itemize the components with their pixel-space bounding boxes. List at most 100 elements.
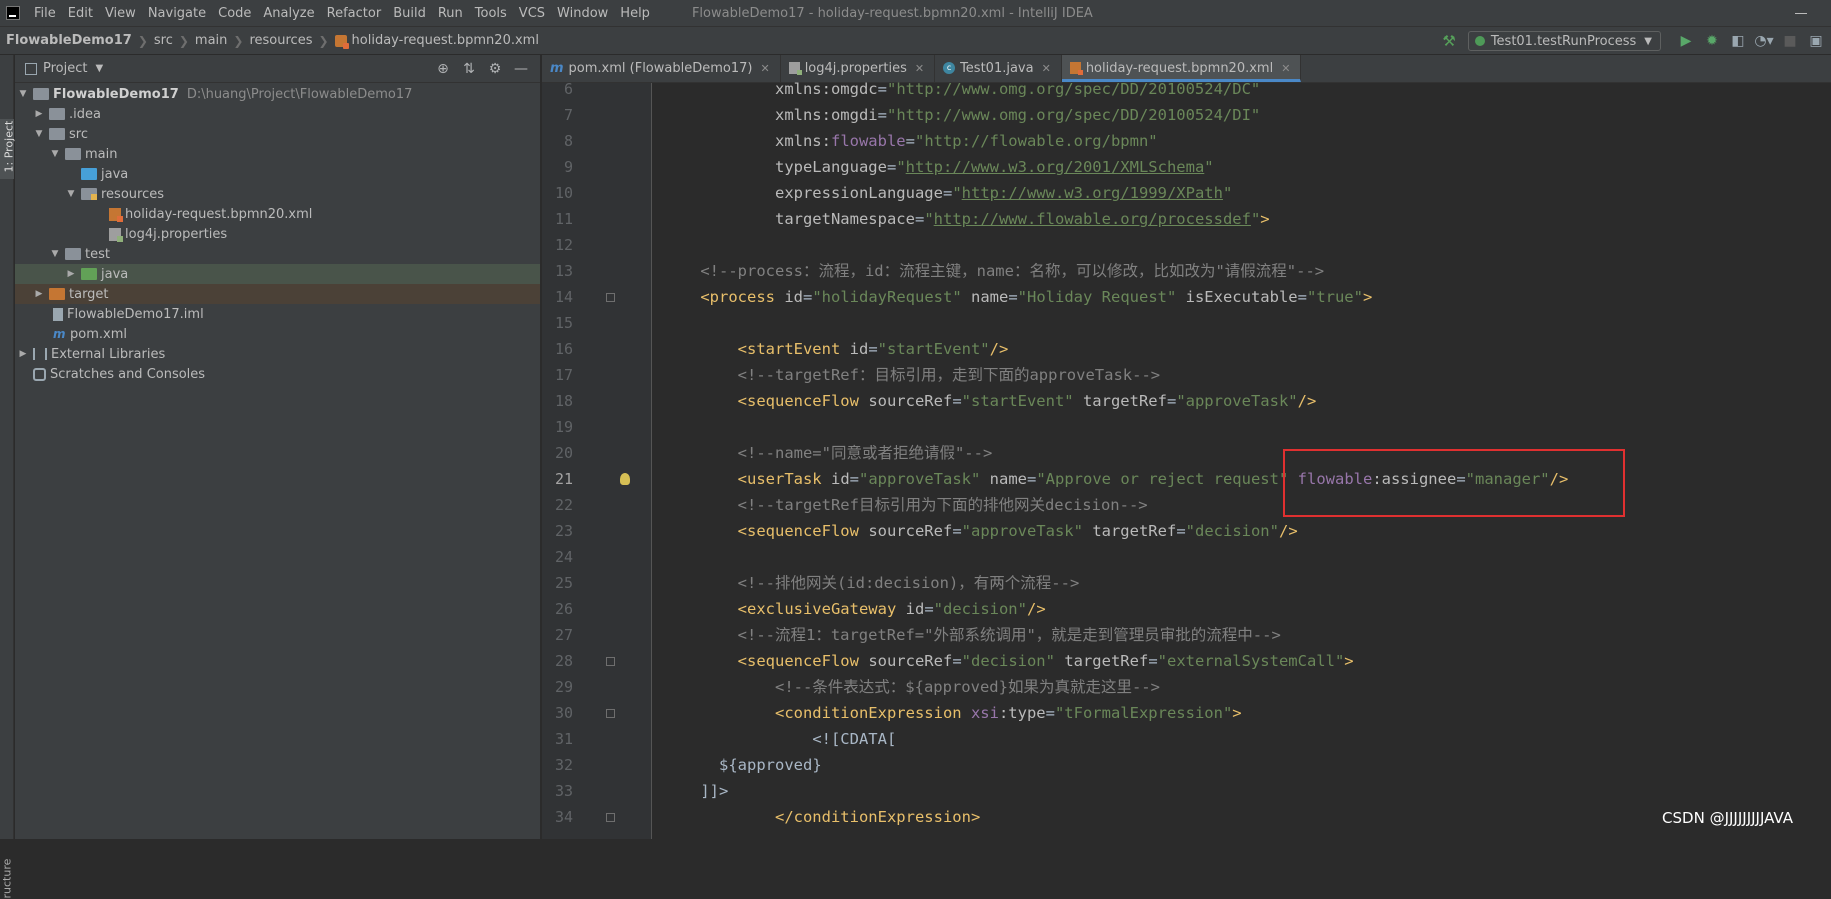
code-line[interactable]: <sequenceFlow sourceRef="approveTask" ta… <box>653 518 1831 544</box>
project-panel-title[interactable]: Project <box>43 61 87 76</box>
expanded-arrow-icon[interactable]: ▼ <box>17 89 29 99</box>
menu-analyze[interactable]: Analyze <box>257 6 320 21</box>
tree-item-main-java[interactable]: java <box>15 164 540 184</box>
code-line[interactable] <box>653 544 1831 570</box>
tree-item-src[interactable]: ▼ src <box>15 124 540 144</box>
close-icon[interactable]: ✕ <box>1281 62 1290 75</box>
code-line[interactable]: <process id="holidayRequest" name="Holid… <box>653 284 1831 310</box>
expanded-arrow-icon[interactable]: ▼ <box>65 189 77 199</box>
code-line[interactable]: <sequenceFlow sourceRef="startEvent" tar… <box>653 388 1831 414</box>
breadcrumb-src[interactable]: src <box>154 33 173 48</box>
fold-marker-icon[interactable] <box>606 709 615 718</box>
line-number-gutter[interactable]: 6789101112131415161718192021222324252627… <box>542 83 652 839</box>
code-line[interactable]: <sequenceFlow sourceRef="decision" targe… <box>653 648 1831 674</box>
collapsed-arrow-icon[interactable]: ▶ <box>33 109 45 119</box>
code-line[interactable]: <![CDATA[ <box>653 726 1831 752</box>
code-line[interactable]: <!--条件表达式：${approved}如果为真就走这里--> <box>653 674 1831 700</box>
code-line[interactable]: ${approved} <box>653 752 1831 778</box>
tree-item-idea[interactable]: ▶ .idea <box>15 104 540 124</box>
tree-item-target[interactable]: ▶ target <box>15 284 540 304</box>
code-line[interactable]: typeLanguage="http://www.w3.org/2001/XML… <box>653 154 1831 180</box>
breadcrumb-file[interactable]: holiday-request.bpmn20.xml <box>335 33 539 48</box>
code-line[interactable]: <conditionExpression xsi:type="tFormalEx… <box>653 700 1831 726</box>
intention-bulb-icon[interactable] <box>620 473 630 485</box>
menu-tools[interactable]: Tools <box>469 6 513 21</box>
tree-item-main[interactable]: ▼ main <box>15 144 540 164</box>
tree-item-test-java[interactable]: ▶ java <box>15 264 540 284</box>
code-line[interactable] <box>653 414 1831 440</box>
menu-window[interactable]: Window <box>551 6 614 21</box>
stop-icon[interactable]: ■ <box>1779 33 1801 49</box>
tree-item-external-libraries[interactable]: ▶ External Libraries <box>15 344 540 364</box>
menu-run[interactable]: Run <box>432 6 469 21</box>
menu-help[interactable]: Help <box>614 6 656 21</box>
collapse-all-icon[interactable]: ⇅ <box>456 61 482 77</box>
code-line[interactable]: </conditionExpression> <box>653 804 1831 830</box>
code-line[interactable]: <!--targetRef目标引用为下面的排他网关decision--> <box>653 492 1831 518</box>
menu-vcs[interactable]: VCS <box>513 6 551 21</box>
tree-item-pom[interactable]: m pom.xml <box>15 324 540 344</box>
chevron-down-icon[interactable]: ▼ <box>95 63 103 74</box>
code-line[interactable]: xmlns:omgdi="http://www.omg.org/spec/DD/… <box>653 102 1831 128</box>
code-area[interactable]: xmlns:omgdc="http://www.omg.org/spec/DD/… <box>653 83 1831 839</box>
collapsed-arrow-icon[interactable]: ▶ <box>65 269 77 279</box>
code-line[interactable]: <!--排他网关(id:decision)，有两个流程--> <box>653 570 1831 596</box>
code-line[interactable]: <startEvent id="startEvent"/> <box>653 336 1831 362</box>
menu-file[interactable]: File <box>28 6 62 21</box>
expanded-arrow-icon[interactable]: ▼ <box>49 249 61 259</box>
code-line[interactable]: xmlns:omgdc="http://www.omg.org/spec/DD/… <box>653 76 1831 102</box>
locate-file-icon[interactable]: ⊕ <box>430 61 456 77</box>
collapsed-arrow-icon[interactable]: ▶ <box>33 289 45 299</box>
menu-build[interactable]: Build <box>387 6 432 21</box>
project-structure-icon[interactable]: ▣ <box>1805 33 1827 49</box>
menu-navigate[interactable]: Navigate <box>142 6 212 21</box>
fold-marker-icon[interactable] <box>606 813 615 822</box>
run-icon[interactable]: ▶ <box>1675 33 1697 49</box>
code-line[interactable]: expressionLanguage="http://www.w3.org/19… <box>653 180 1831 206</box>
tree-item-label: FlowableDemo17 <box>53 87 179 102</box>
code-line[interactable]: xmlns:flowable="http://flowable.org/bpmn… <box>653 128 1831 154</box>
code-line[interactable]: ]]> <box>653 778 1831 804</box>
coverage-icon[interactable]: ◧ <box>1727 33 1749 49</box>
expanded-arrow-icon[interactable]: ▼ <box>49 149 61 159</box>
collapsed-arrow-icon[interactable]: ▶ <box>17 349 29 359</box>
close-icon[interactable]: ✕ <box>1042 62 1051 75</box>
debug-icon[interactable]: ✹ <box>1701 33 1723 49</box>
menu-edit[interactable]: Edit <box>62 6 99 21</box>
menu-refactor[interactable]: Refactor <box>321 6 388 21</box>
code-line[interactable]: <!--process：流程，id：流程主键，name：名称，可以修改，比如改为… <box>653 258 1831 284</box>
expanded-arrow-icon[interactable]: ▼ <box>33 129 45 139</box>
tree-item-scratches[interactable]: Scratches and Consoles <box>15 364 540 384</box>
tree-item-log4j[interactable]: log4j.properties <box>15 224 540 244</box>
code-line[interactable]: <!--targetRef：目标引用，走到下面的approveTask--> <box>653 362 1831 388</box>
tree-item-bpmn-file[interactable]: holiday-request.bpmn20.xml <box>15 204 540 224</box>
tree-item-iml[interactable]: FlowableDemo17.iml <box>15 304 540 324</box>
close-icon[interactable]: ✕ <box>760 62 769 75</box>
breadcrumb-main[interactable]: main <box>195 33 227 48</box>
breadcrumb-project[interactable]: FlowableDemo17 <box>6 33 132 48</box>
tab-project[interactable]: 1: Project <box>0 119 14 179</box>
hide-icon[interactable]: — <box>508 61 534 77</box>
run-configuration-select[interactable]: Test01.testRunProcess ▼ <box>1468 31 1661 51</box>
tree-item-project-root[interactable]: ▼ FlowableDemo17 D:\huang\Project\Flowab… <box>15 84 540 104</box>
profile-icon[interactable]: ◔▾ <box>1753 33 1775 49</box>
close-icon[interactable]: ✕ <box>915 62 924 75</box>
fold-marker-icon[interactable] <box>606 657 615 666</box>
minimize-icon[interactable] <box>1795 13 1807 14</box>
code-line[interactable]: <!--流程1：targetRef="外部系统调用"，就是走到管理员审批的流程中… <box>653 622 1831 648</box>
code-line[interactable]: <exclusiveGateway id="decision"/> <box>653 596 1831 622</box>
code-line[interactable]: <userTask id="approveTask" name="Approve… <box>653 466 1831 492</box>
breadcrumb-resources[interactable]: resources <box>249 33 312 48</box>
code-line[interactable] <box>653 232 1831 258</box>
code-line[interactable]: <!--name="同意或者拒绝请假"--> <box>653 440 1831 466</box>
fold-marker-icon[interactable] <box>606 293 615 302</box>
tree-item-resources[interactable]: ▼ resources <box>15 184 540 204</box>
tab-structure[interactable]: ructure <box>0 845 14 894</box>
menu-code[interactable]: Code <box>212 6 257 21</box>
code-line[interactable]: targetNamespace="http://www.flowable.org… <box>653 206 1831 232</box>
code-line[interactable] <box>653 310 1831 336</box>
tree-item-test[interactable]: ▼ test <box>15 244 540 264</box>
gear-icon[interactable]: ⚙ <box>482 61 508 77</box>
build-hammer-icon[interactable]: ⚒ <box>1442 32 1455 50</box>
menu-view[interactable]: View <box>99 6 142 21</box>
